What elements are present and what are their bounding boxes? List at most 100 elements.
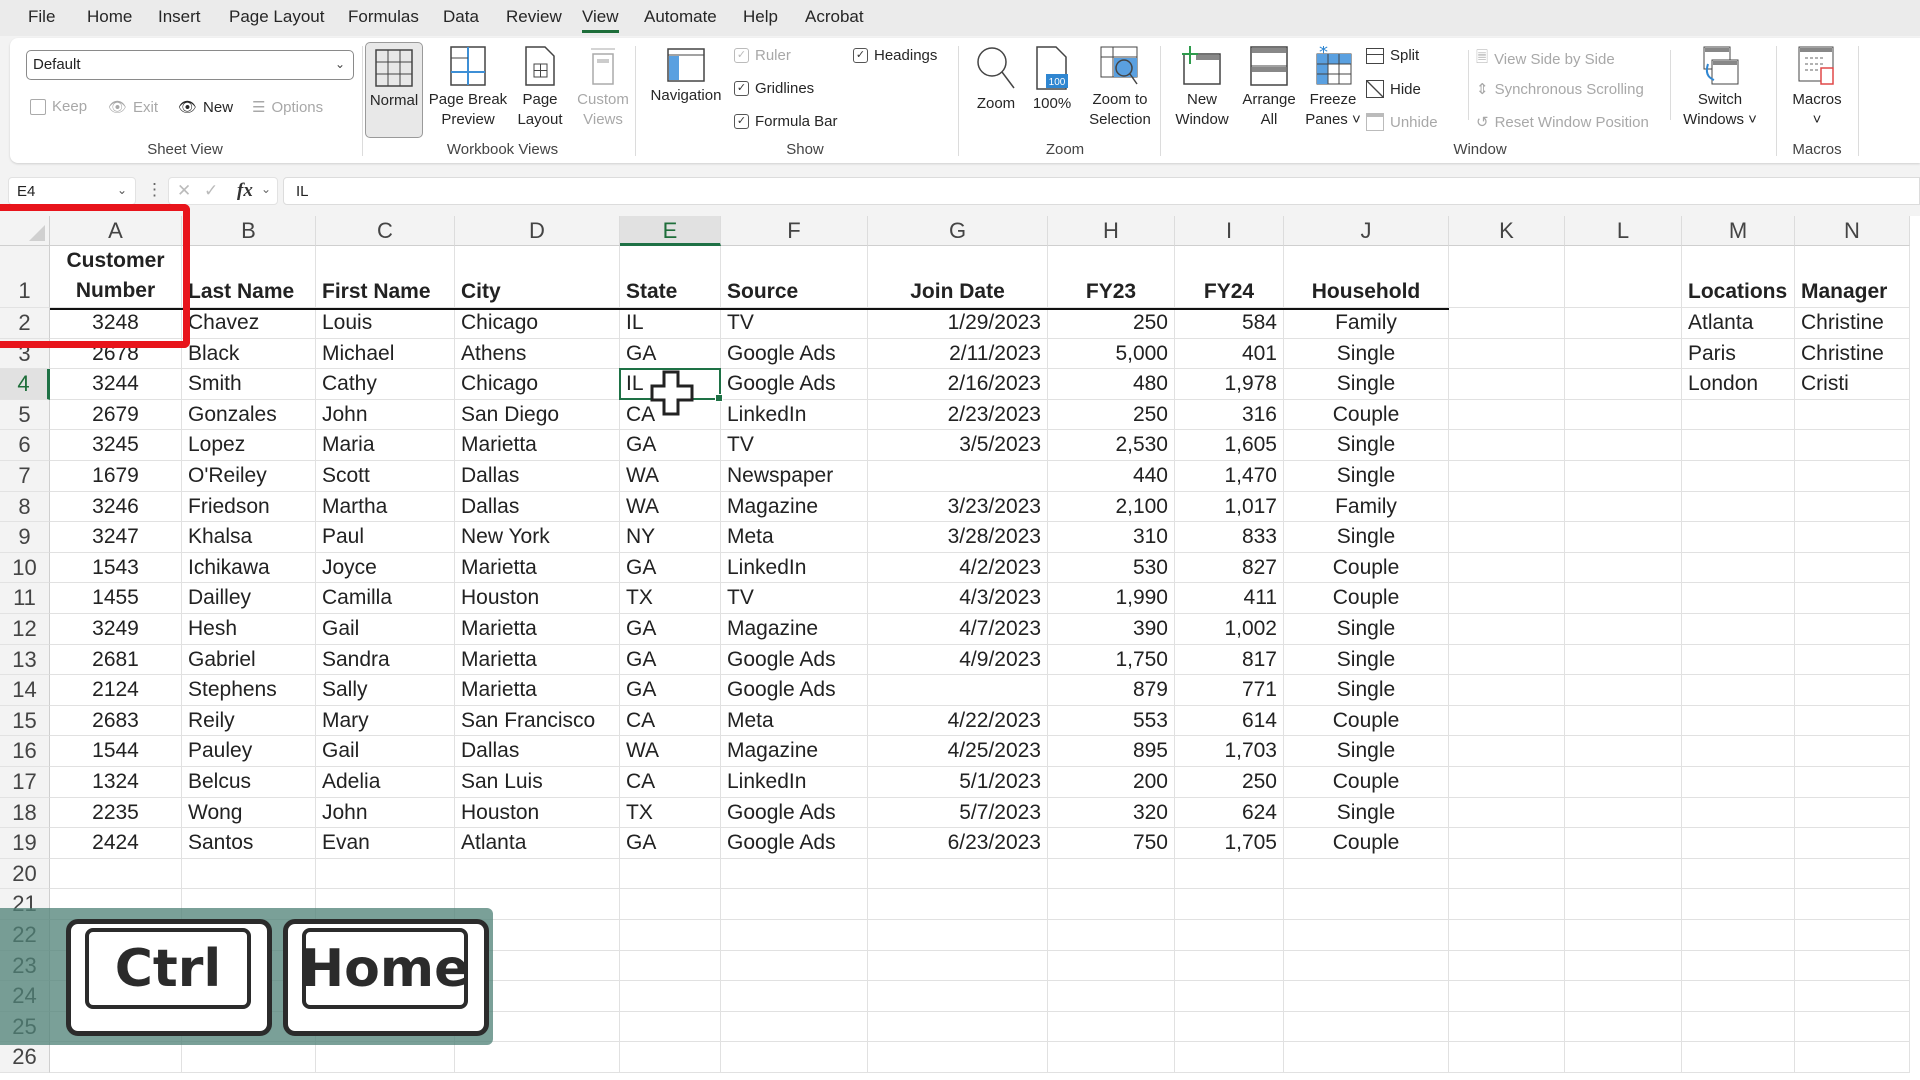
cell-g19[interactable]: 6/23/2023 — [868, 828, 1048, 859]
cell-h5[interactable]: 250 — [1048, 399, 1175, 431]
column-header-a[interactable]: A — [50, 216, 182, 246]
cell-f9[interactable]: Meta — [721, 522, 868, 553]
options-button[interactable]: ☰ Options — [252, 98, 323, 117]
navigation-button[interactable]: Navigation — [646, 48, 726, 106]
reset-window-position-button[interactable]: ↺ Reset Window Position — [1476, 113, 1649, 132]
column-header-j[interactable]: J — [1284, 216, 1449, 246]
cell-k1[interactable] — [1449, 246, 1565, 308]
cell-g14[interactable] — [868, 675, 1048, 706]
cell-h25[interactable] — [1048, 1011, 1175, 1043]
row-header-2[interactable]: 2 — [0, 308, 50, 339]
cell-i5[interactable]: 316 — [1175, 399, 1284, 431]
cell-c12[interactable]: Gail — [316, 614, 455, 645]
cell-f20[interactable] — [721, 858, 868, 890]
row-header-3[interactable]: 3 — [0, 338, 50, 370]
cell-j24[interactable] — [1284, 981, 1449, 1012]
cell-c13[interactable]: Sandra — [316, 644, 455, 676]
column-header-m[interactable]: M — [1682, 216, 1795, 246]
cell-m20[interactable] — [1682, 858, 1795, 890]
cell-k21[interactable] — [1449, 889, 1565, 920]
cell-l2[interactable] — [1565, 308, 1682, 339]
cell-l22[interactable] — [1565, 920, 1682, 951]
column-header-l[interactable]: L — [1565, 216, 1682, 246]
cell-a15[interactable]: 2683 — [50, 705, 182, 737]
cell-n6[interactable] — [1795, 430, 1910, 461]
tab-acrobat[interactable]: Acrobat — [805, 7, 864, 27]
cell-m24[interactable] — [1682, 981, 1795, 1012]
cell-g20[interactable] — [868, 858, 1048, 890]
cell-e26[interactable] — [620, 1042, 721, 1073]
cell-m23[interactable] — [1682, 950, 1795, 982]
cell-d4[interactable]: Chicago — [455, 369, 620, 400]
tab-file[interactable]: File — [28, 7, 55, 27]
cell-a7[interactable]: 1679 — [50, 461, 182, 492]
ruler-checkbox[interactable]: ✓ Ruler — [734, 47, 791, 64]
cell-g4[interactable]: 2/16/2023 — [868, 369, 1048, 400]
header-last-name[interactable]: Last Name — [182, 246, 316, 308]
cell-n10[interactable] — [1795, 552, 1910, 584]
cell-c17[interactable]: Adelia — [316, 767, 455, 798]
cell-i9[interactable]: 833 — [1175, 522, 1284, 553]
cell-n4[interactable]: Cristi — [1795, 369, 1910, 400]
cell-e7[interactable]: WA — [620, 461, 721, 492]
cell-d26[interactable] — [455, 1042, 620, 1073]
cell-f19[interactable]: Google Ads — [721, 828, 868, 859]
cell-h15[interactable]: 553 — [1048, 705, 1175, 737]
cell-b10[interactable]: Ichikawa — [182, 552, 316, 584]
cell-m9[interactable] — [1682, 522, 1795, 553]
cell-k10[interactable] — [1449, 552, 1565, 584]
cell-n12[interactable] — [1795, 614, 1910, 645]
exit-button[interactable]: 👁 Exit — [108, 98, 158, 117]
cell-f13[interactable]: Google Ads — [721, 644, 868, 676]
cell-k24[interactable] — [1449, 981, 1565, 1012]
cell-k6[interactable] — [1449, 430, 1565, 461]
header-state[interactable]: State — [620, 246, 721, 308]
view-side-by-side-button[interactable]: 🗏 View Side by Side — [1476, 47, 1615, 72]
cell-h19[interactable]: 750 — [1048, 828, 1175, 859]
cell-k23[interactable] — [1449, 950, 1565, 982]
cell-d17[interactable]: San Luis — [455, 767, 620, 798]
tab-formulas[interactable]: Formulas — [348, 7, 419, 27]
name-box[interactable]: E4 ⌄ — [8, 177, 136, 205]
cell-l12[interactable] — [1565, 614, 1682, 645]
cell-k17[interactable] — [1449, 767, 1565, 798]
cell-n22[interactable] — [1795, 920, 1910, 951]
cell-k12[interactable] — [1449, 614, 1565, 645]
cell-f10[interactable]: LinkedIn — [721, 552, 868, 584]
cell-i20[interactable] — [1175, 858, 1284, 890]
cell-j12[interactable]: Single — [1284, 614, 1449, 645]
cell-k20[interactable] — [1449, 858, 1565, 890]
row-header-7[interactable]: 7 — [0, 461, 50, 492]
cell-n24[interactable] — [1795, 981, 1910, 1012]
cell-d9[interactable]: New York — [455, 522, 620, 553]
cell-h14[interactable]: 879 — [1048, 675, 1175, 706]
row-header-19[interactable]: 19 — [0, 828, 50, 859]
cell-b18[interactable]: Wong — [182, 797, 316, 829]
cell-i15[interactable]: 614 — [1175, 705, 1284, 737]
cell-h20[interactable] — [1048, 858, 1175, 890]
cell-g11[interactable]: 4/3/2023 — [868, 583, 1048, 614]
cell-l16[interactable] — [1565, 736, 1682, 767]
cell-k2[interactable] — [1449, 308, 1565, 339]
cell-n2[interactable]: Christine — [1795, 308, 1910, 339]
row-header-1[interactable]: 1 — [0, 246, 50, 308]
split-button[interactable]: Split — [1366, 47, 1419, 64]
cell-h3[interactable]: 5,000 — [1048, 338, 1175, 370]
cell-f21[interactable] — [721, 889, 868, 920]
cell-j5[interactable]: Couple — [1284, 399, 1449, 431]
cell-j19[interactable]: Couple — [1284, 828, 1449, 859]
header-city[interactable]: City — [455, 246, 620, 308]
column-header-k[interactable]: K — [1449, 216, 1565, 246]
cell-e14[interactable]: GA — [620, 675, 721, 706]
cell-e21[interactable] — [620, 889, 721, 920]
cell-e19[interactable]: GA — [620, 828, 721, 859]
cell-h23[interactable] — [1048, 950, 1175, 982]
cell-c9[interactable]: Paul — [316, 522, 455, 553]
cell-n19[interactable] — [1795, 828, 1910, 859]
cell-f2[interactable]: TV — [721, 308, 868, 339]
cell-j7[interactable]: Single — [1284, 461, 1449, 492]
column-header-b[interactable]: B — [182, 216, 316, 246]
tab-data[interactable]: Data — [443, 7, 479, 27]
cell-n13[interactable] — [1795, 644, 1910, 676]
cell-h22[interactable] — [1048, 920, 1175, 951]
